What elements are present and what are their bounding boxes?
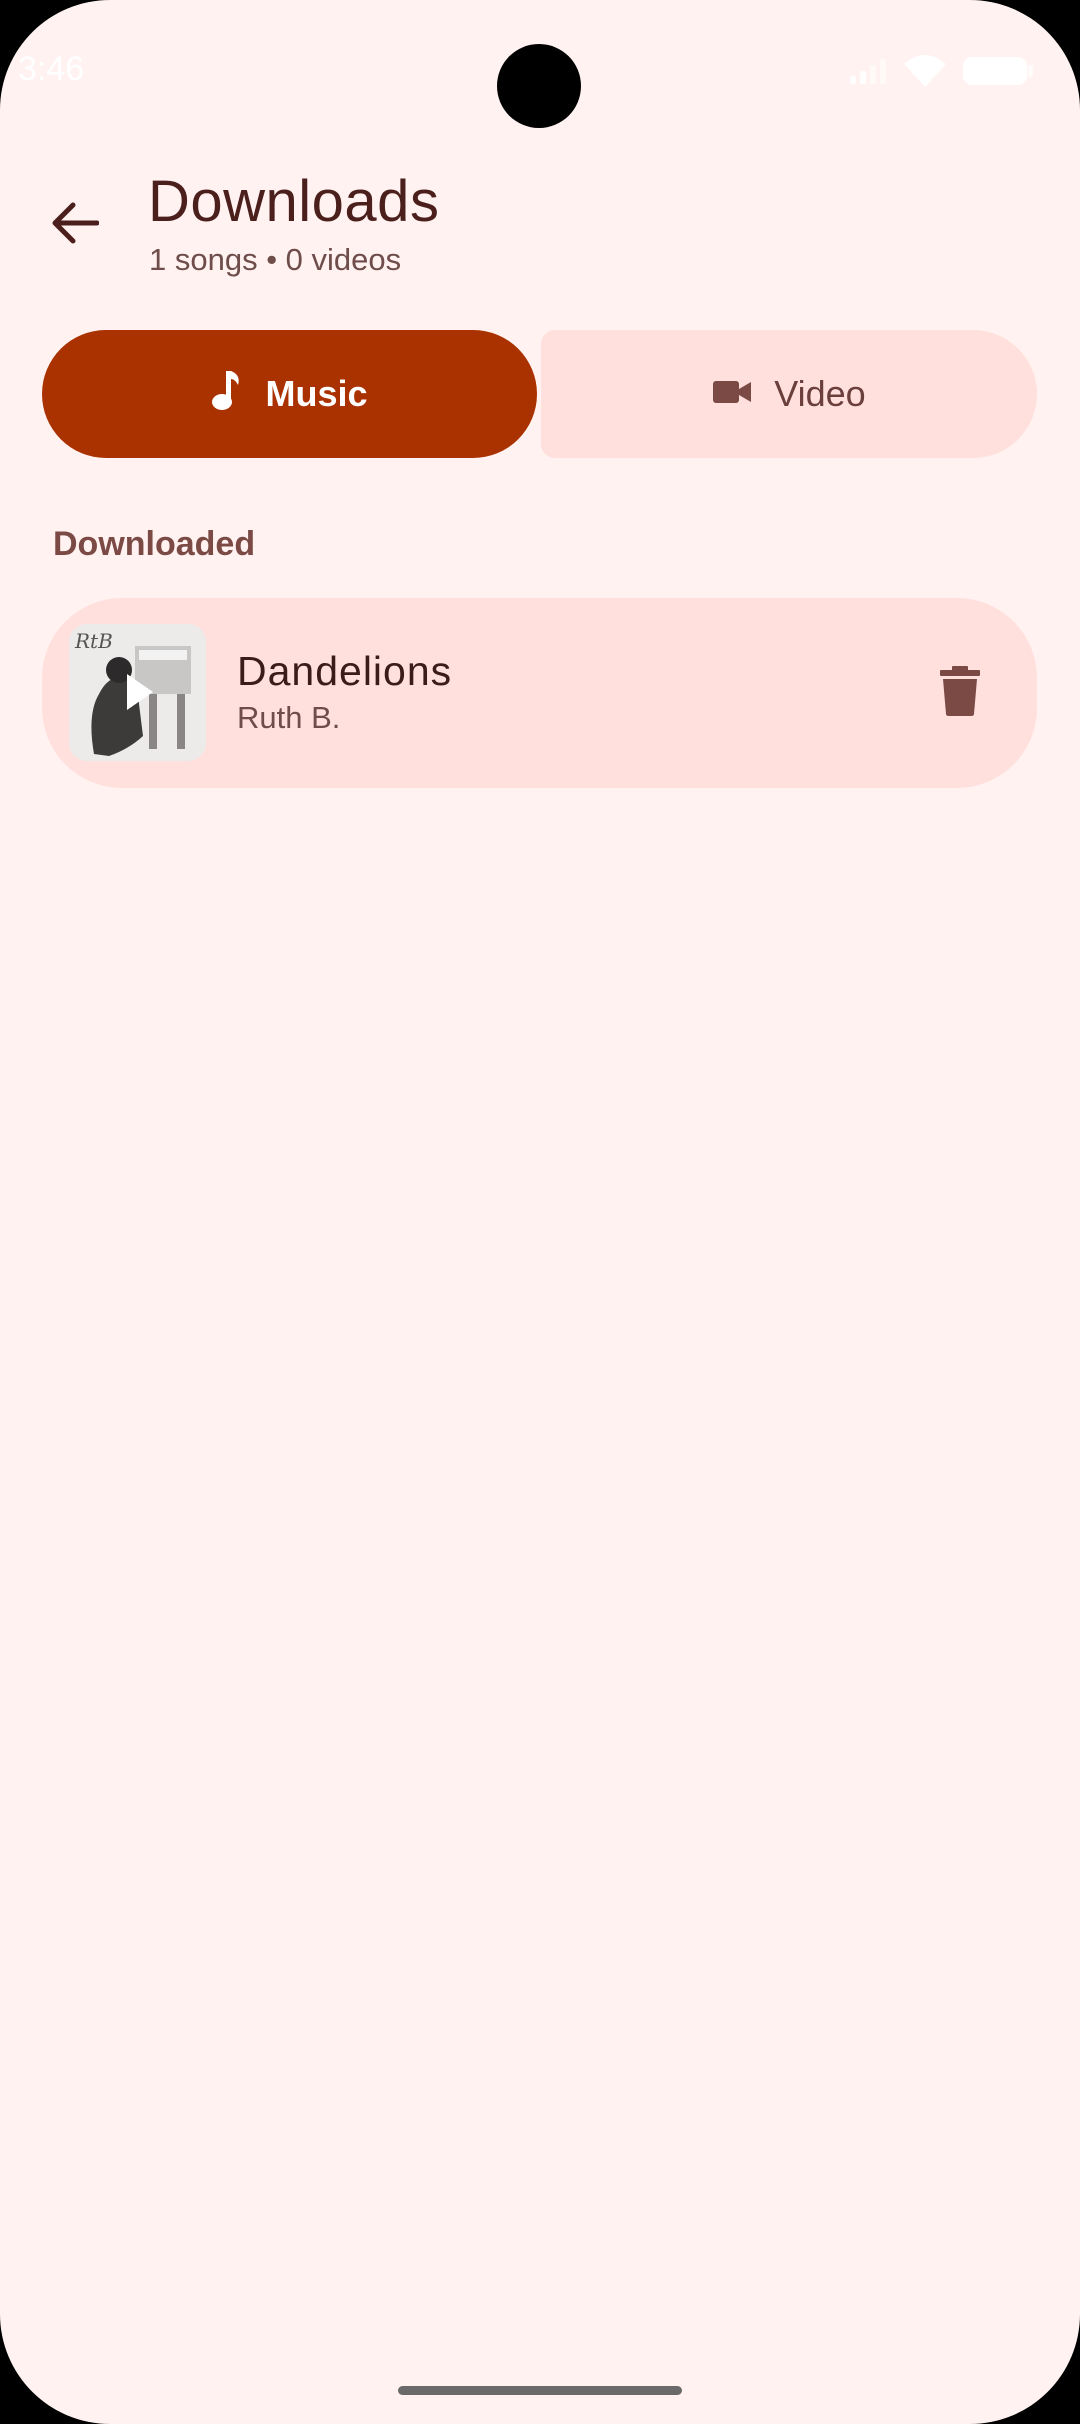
tab-video-label: Video — [774, 373, 866, 414]
battery-icon — [962, 55, 1034, 92]
list-item[interactable]: RtB Dandelions Ruth B. — [42, 598, 1037, 788]
back-button[interactable] — [40, 190, 110, 260]
tab-music-label: Music — [265, 373, 368, 414]
tab-music[interactable]: Music — [42, 330, 537, 458]
screen: 3:46 Downloads 1 songs • 0 videos Music … — [0, 0, 1080, 2424]
page-title: Downloads — [148, 169, 440, 234]
status-time: 3:46 — [18, 50, 85, 88]
music-note-icon — [211, 369, 243, 420]
camera-cutout — [497, 44, 581, 128]
section-label: Downloaded — [53, 525, 256, 563]
videocam-icon — [712, 373, 752, 415]
song-title: Dandelions — [237, 648, 453, 694]
home-indicator[interactable] — [398, 2386, 682, 2395]
page-subtitle: 1 songs • 0 videos — [149, 242, 402, 277]
status-icons — [848, 54, 1034, 93]
svg-text:RtB: RtB — [74, 629, 113, 653]
album-art-icon: RtB — [69, 624, 206, 761]
status-bar: 3:46 — [0, 0, 1080, 140]
delete-icon — [940, 665, 980, 721]
signal-icon — [848, 58, 888, 89]
wifi-icon — [902, 54, 948, 93]
tab-video[interactable]: Video — [541, 330, 1037, 458]
arrow-back-icon — [51, 201, 100, 250]
delete-button[interactable] — [927, 660, 993, 726]
song-artist: Ruth B. — [237, 700, 341, 735]
